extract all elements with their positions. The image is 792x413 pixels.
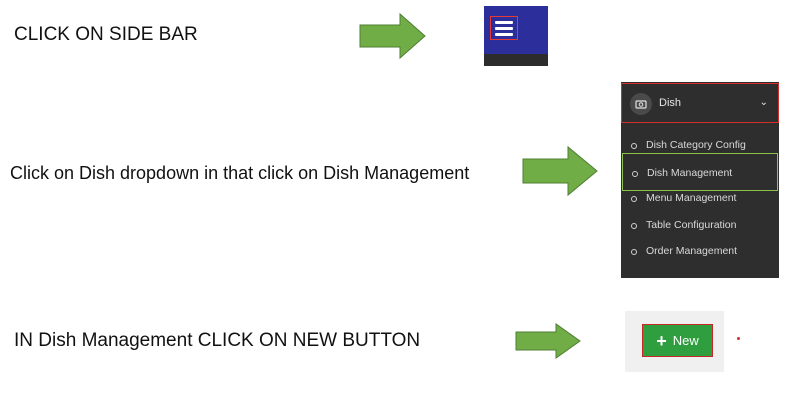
sidebar-item-table-configuration[interactable]: Table Configuration [622,214,778,238]
hamburger-menu-button[interactable] [490,16,518,40]
sidebar-item-dish[interactable]: Dish ⌄ [621,83,779,123]
step-3-instruction: IN Dish Management CLICK ON NEW BUTTON [14,330,421,351]
sidebar-item-label: Dish Management [647,167,733,179]
sidebar-item-label: Menu Management [646,192,737,204]
top-navbar [484,6,548,54]
arrow-right-icon [515,323,581,359]
toolbar-crop: + New [625,311,724,372]
hamburger-menu-icon [495,21,513,24]
sidebar-item-menu-management[interactable]: Menu Management [622,187,778,211]
bullet-icon [631,223,637,229]
step-1-instruction: CLICK ON SIDE BAR [14,24,198,45]
plus-icon: + [656,330,667,351]
navbar-crop [484,6,548,66]
sidebar-item-label: Dish [659,97,682,109]
bullet-icon [631,196,637,202]
new-button[interactable]: + New [642,324,713,357]
arrow-right-icon [359,12,426,60]
sidebar-item-label: Table Configuration [646,219,737,231]
bullet-icon [631,249,637,255]
hamburger-line [495,33,513,36]
sidebar-item-dish-management[interactable]: Dish Management [622,153,778,191]
step-2-instruction: Click on Dish dropdown in that click on … [10,163,470,183]
bullet-icon [632,171,638,177]
arrow-right-icon [522,145,598,197]
sidebar-crop: Dish ⌄ Dish Category Config Dish Managem… [621,82,779,278]
bullet-icon [631,143,637,149]
new-button-label: New [672,333,699,348]
red-dot-marker [737,337,740,340]
sidebar-item-label: Dish Category Config [646,139,746,151]
sidebar-strip [484,54,548,66]
dish-icon [630,93,652,115]
sidebar-item-label: Order Management [646,245,738,257]
sidebar-item-order-management[interactable]: Order Management [622,240,778,264]
hamburger-line [495,27,513,30]
chevron-down-icon: ⌄ [759,97,768,108]
